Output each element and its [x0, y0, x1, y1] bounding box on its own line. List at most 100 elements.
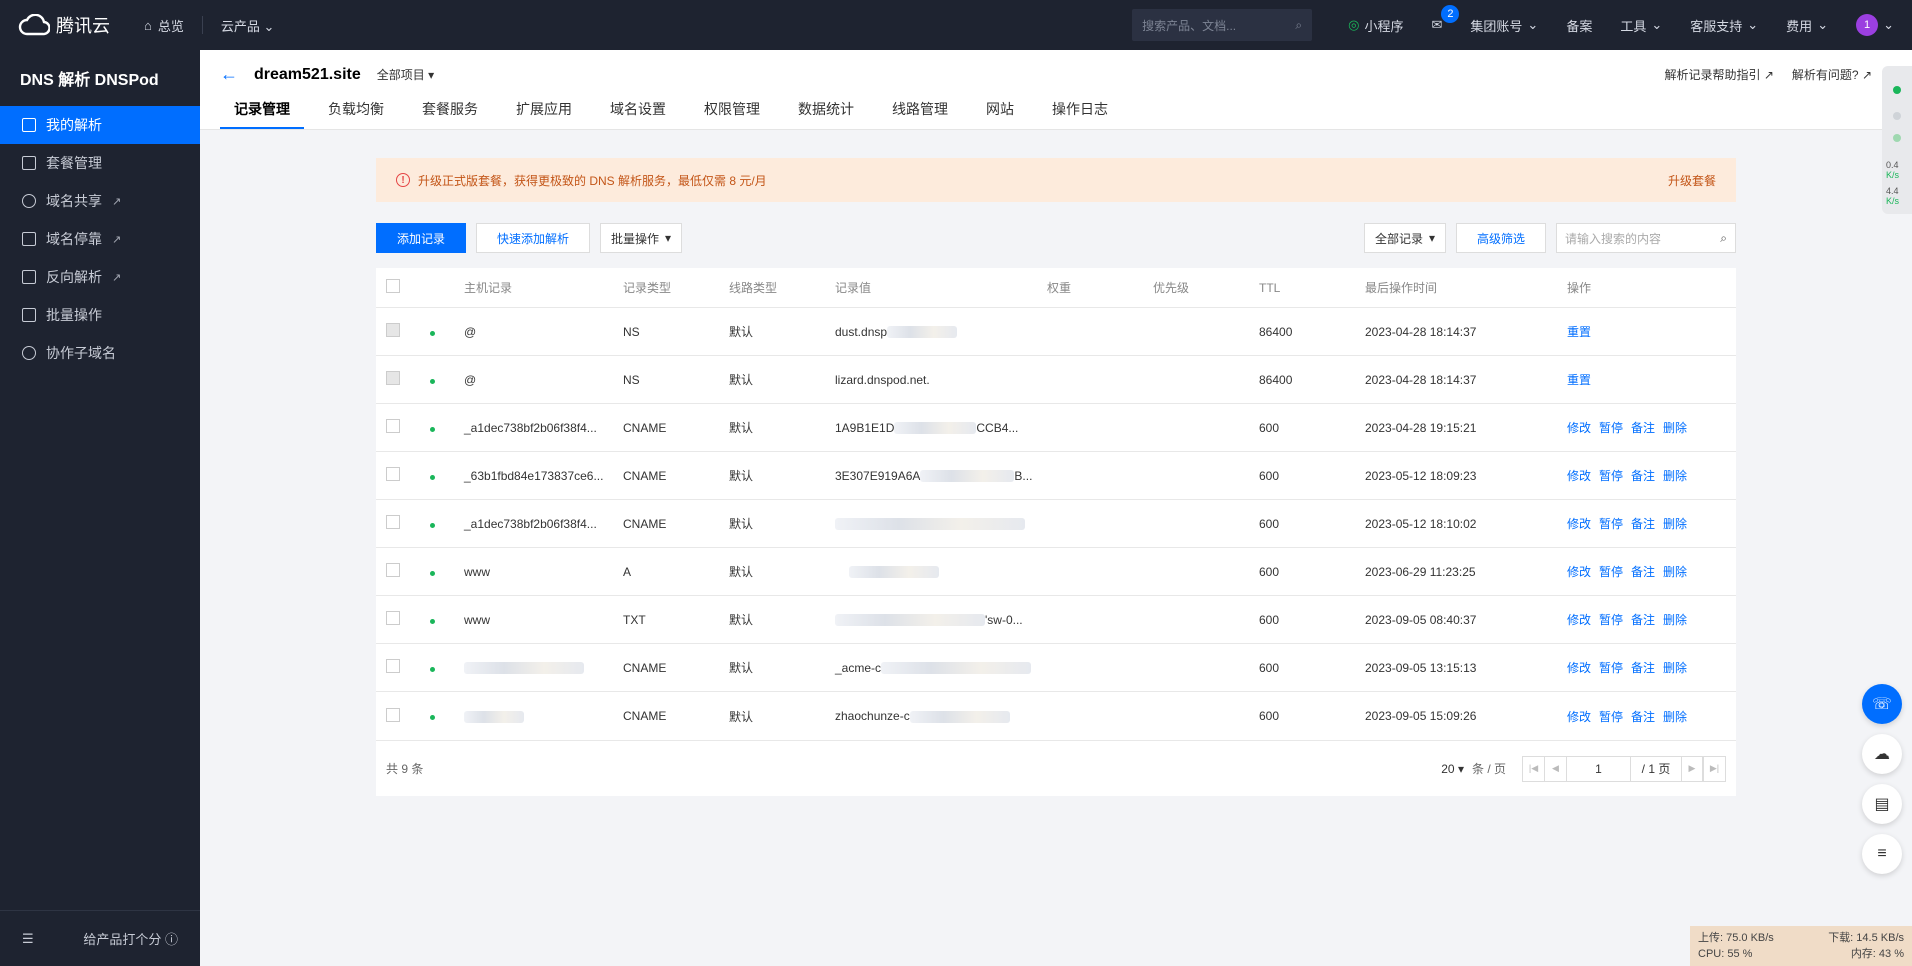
tab-extensions[interactable]: 扩展应用 — [502, 99, 586, 129]
speed-widget[interactable]: 0.4 K/s 4.4 K/s — [1882, 66, 1912, 214]
tab-permissions[interactable]: 权限管理 — [690, 99, 774, 129]
record-filter-select[interactable]: 全部记录 ▾ — [1363, 223, 1446, 253]
cloud-assistant-button[interactable]: ☁ — [1862, 734, 1902, 774]
reset-button[interactable]: 重置 — [1567, 371, 1591, 388]
support-menu[interactable]: 客服支持 ⌄ — [1676, 16, 1772, 35]
network-monitor: 上传: 75.0 KB/s 下载: 14.5 KB/s CPU: 55 % 内存: … — [1690, 926, 1912, 966]
row-checkbox[interactable] — [386, 707, 400, 722]
dns-problem-link[interactable]: 解析有问题? ↗ — [1792, 66, 1872, 83]
row-checkbox[interactable] — [386, 611, 400, 625]
page-number-input[interactable]: 1 — [1567, 756, 1631, 781]
book-icon: ▤ — [1874, 796, 1890, 813]
edit-button[interactable]: 修改 — [1567, 515, 1591, 532]
batch-operation-select[interactable]: 批量操作 ▾ — [600, 223, 683, 253]
docs-button[interactable]: ▤ — [1862, 784, 1902, 824]
sidebar-item-domain-share[interactable]: 域名共享 ↗ — [0, 182, 200, 220]
remark-button[interactable]: 备注 — [1631, 515, 1655, 532]
pause-button[interactable]: 暂停 — [1599, 708, 1623, 725]
collapse-menu-icon[interactable]: ☰ — [22, 931, 34, 947]
select-all-checkbox[interactable] — [386, 279, 400, 293]
delete-button[interactable]: 删除 — [1663, 563, 1687, 580]
row-checkbox[interactable] — [386, 467, 400, 481]
quick-add-button[interactable]: 快速添加解析 — [476, 223, 591, 253]
mail-button[interactable]: ✉ 2 — [1417, 5, 1460, 33]
row-checkbox[interactable] — [386, 515, 400, 529]
remark-button[interactable]: 备注 — [1631, 611, 1655, 628]
page-size-select[interactable]: 20 ▾ — [1441, 762, 1464, 776]
mini-program-link[interactable]: ◎ 小程序 — [1334, 16, 1417, 35]
tools-menu[interactable]: 工具 ⌄ — [1606, 16, 1676, 35]
customer-service-button[interactable]: ☏ — [1862, 684, 1902, 724]
tab-domain-settings[interactable]: 域名设置 — [596, 99, 680, 129]
record-help-link[interactable]: 解析记录帮助指引 ↗ — [1664, 66, 1773, 83]
edit-button[interactable]: 修改 — [1567, 563, 1591, 580]
fees-menu[interactable]: 费用 ⌄ — [1772, 16, 1842, 35]
rate-product-link[interactable]: 给产品打个分 ⓘ — [83, 929, 178, 948]
tab-statistics[interactable]: 数据统计 — [784, 99, 868, 129]
pause-button[interactable]: 暂停 — [1599, 659, 1623, 676]
row-checkbox[interactable] — [386, 659, 400, 673]
sidebar-item-reverse-dns[interactable]: 反向解析 ↗ — [0, 258, 200, 296]
delete-button[interactable]: 删除 — [1663, 611, 1687, 628]
tab-operation-log[interactable]: 操作日志 — [1038, 99, 1122, 129]
pause-button[interactable]: 暂停 — [1599, 563, 1623, 580]
sidebar-item-subdomain-collab[interactable]: 协作子域名 — [0, 334, 200, 372]
upgrade-package-link[interactable]: 升级套餐 — [1668, 172, 1716, 189]
pause-button[interactable]: 暂停 — [1599, 515, 1623, 532]
next-page-icon[interactable]: ▶ — [1681, 756, 1703, 781]
project-select[interactable]: 全部项目 ▾ — [377, 66, 434, 83]
down-speed-unit: K/s — [1886, 196, 1900, 206]
user-menu[interactable]: 1 ⌄ — [1842, 14, 1912, 36]
edit-button[interactable]: 修改 — [1567, 611, 1591, 628]
record-search-input[interactable]: 请输入搜索的内容 ⌕ — [1556, 223, 1736, 253]
cell-time: 2023-09-05 13:15:13 — [1365, 660, 1477, 675]
row-checkbox — [386, 323, 400, 337]
search-placeholder: 请输入搜索的内容 — [1565, 231, 1662, 246]
row-checkbox[interactable] — [386, 563, 400, 577]
add-record-button[interactable]: 添加记录 — [376, 223, 467, 253]
first-page-icon[interactable]: |◀ — [1523, 756, 1545, 781]
tab-website[interactable]: 网站 — [972, 99, 1028, 129]
list-button[interactable]: ≡ — [1862, 834, 1902, 874]
remark-button[interactable]: 备注 — [1631, 708, 1655, 725]
edit-button[interactable]: 修改 — [1567, 708, 1591, 725]
sidebar-item-batch[interactable]: 批量操作 — [0, 296, 200, 334]
overview-link[interactable]: ⌂ 总览 — [140, 16, 202, 35]
pause-button[interactable]: 暂停 — [1599, 611, 1623, 628]
cell-time: 2023-05-12 18:09:23 — [1365, 468, 1477, 483]
remark-button[interactable]: 备注 — [1631, 563, 1655, 580]
group-account-menu[interactable]: 集团账号 ⌄ — [1456, 16, 1552, 35]
remark-button[interactable]: 备注 — [1631, 467, 1655, 484]
row-checkbox[interactable] — [386, 419, 400, 433]
back-arrow-icon[interactable]: ← — [220, 64, 238, 85]
tencent-cloud-logo[interactable]: 腾讯云 — [0, 12, 140, 38]
beian-link[interactable]: 备案 — [1552, 16, 1606, 35]
total-count: 共 9 条 — [386, 762, 424, 776]
pause-button[interactable]: 暂停 — [1599, 467, 1623, 484]
delete-button[interactable]: 删除 — [1663, 419, 1687, 436]
delete-button[interactable]: 删除 — [1663, 708, 1687, 725]
cell-value-text: dust.dnsp — [835, 324, 888, 339]
tab-record-management[interactable]: 记录管理 — [220, 99, 304, 129]
global-search-input[interactable]: 搜索产品、文档... ⌕ — [1132, 9, 1313, 41]
sidebar-item-packages[interactable]: 套餐管理 — [0, 144, 200, 182]
advanced-filter-button[interactable]: 高级筛选 — [1455, 223, 1546, 253]
edit-button[interactable]: 修改 — [1567, 419, 1591, 436]
last-page-icon[interactable]: ▶| — [1703, 756, 1725, 781]
edit-button[interactable]: 修改 — [1567, 467, 1591, 484]
sidebar-item-my-dns[interactable]: 我的解析 — [0, 106, 200, 144]
pause-button[interactable]: 暂停 — [1599, 419, 1623, 436]
edit-button[interactable]: 修改 — [1567, 659, 1591, 676]
delete-button[interactable]: 删除 — [1663, 515, 1687, 532]
tab-line-management[interactable]: 线路管理 — [878, 99, 962, 129]
remark-button[interactable]: 备注 — [1631, 419, 1655, 436]
remark-button[interactable]: 备注 — [1631, 659, 1655, 676]
sidebar-item-domain-parking[interactable]: 域名停靠 ↗ — [0, 220, 200, 258]
cloud-products-menu[interactable]: 云产品 ⌄ — [203, 16, 293, 35]
prev-page-icon[interactable]: ◀ — [1545, 756, 1567, 781]
delete-button[interactable]: 删除 — [1663, 467, 1687, 484]
tab-package-service[interactable]: 套餐服务 — [408, 99, 492, 129]
delete-button[interactable]: 删除 — [1663, 659, 1687, 676]
reset-button[interactable]: 重置 — [1567, 323, 1591, 340]
tab-load-balancing[interactable]: 负载均衡 — [314, 99, 398, 129]
